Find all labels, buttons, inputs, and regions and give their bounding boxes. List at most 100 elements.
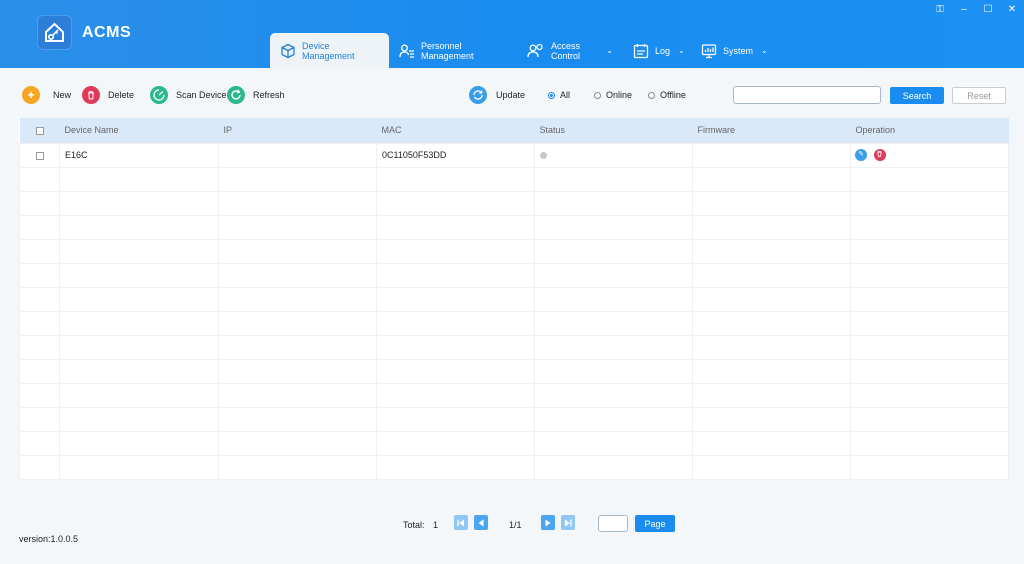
empty-cell: [59, 334, 219, 360]
empty-cell: [692, 430, 851, 456]
next-page-button[interactable]: [541, 515, 555, 530]
empty-cell: [534, 382, 693, 408]
minimize-button[interactable]: –: [952, 3, 976, 17]
empty-cell: [59, 166, 219, 192]
scan-label: Scan Device: [176, 90, 227, 100]
total-label: Total:: [403, 520, 425, 530]
last-page-icon: [565, 519, 572, 526]
tab-label: System: [723, 45, 754, 56]
total-count: 1: [433, 520, 439, 530]
lock-icon[interactable]: ⚿: [928, 3, 952, 17]
column-header[interactable]: MAC: [376, 118, 535, 143]
go-to-page-button[interactable]: Page: [635, 515, 675, 532]
trash-icon: [82, 86, 100, 104]
plus-icon: +: [22, 86, 40, 104]
refresh-button[interactable]: Refresh: [227, 86, 285, 104]
row-checkbox[interactable]: [19, 142, 60, 168]
empty-cell: [218, 358, 377, 384]
delete-button[interactable]: Delete: [82, 86, 134, 104]
empty-cell: [692, 358, 851, 384]
scan-device-button[interactable]: Scan Device: [150, 86, 227, 104]
empty-cell: [850, 190, 1009, 216]
tab-access-control[interactable]: Access Control ⌄: [517, 33, 623, 68]
empty-cell: [19, 454, 60, 480]
empty-cell: [376, 286, 535, 312]
update-button[interactable]: Update: [469, 86, 525, 104]
empty-cell: [534, 430, 693, 456]
empty-cell: [534, 310, 693, 336]
empty-cell: [19, 286, 60, 312]
empty-cell: [218, 214, 377, 240]
filter-online-label: Online: [606, 90, 633, 100]
empty-row: [19, 358, 1009, 384]
tab-label: Access Control: [551, 40, 581, 61]
empty-cell: [534, 286, 693, 312]
empty-cell: [692, 166, 851, 192]
empty-row: [19, 286, 1009, 312]
close-button[interactable]: ✕: [1000, 3, 1024, 17]
empty-cell: [692, 454, 851, 480]
chevron-down-icon: ⌄: [606, 46, 613, 55]
empty-cell: [376, 334, 535, 360]
first-page-icon: [457, 519, 464, 526]
empty-cell: [376, 166, 535, 192]
filter-all-radio[interactable]: All: [548, 90, 570, 100]
table-row[interactable]: E16C 0C11050F53DD ✎: [19, 142, 1009, 168]
empty-cell: [376, 358, 535, 384]
device-table: Device Name IP MAC Status Firmware Opera…: [19, 118, 1009, 480]
select-all-checkbox[interactable]: [19, 118, 60, 143]
app-header: ACMS ⚿ – ☐ ✕ Device Management Personnel…: [0, 0, 1024, 68]
empty-cell: [850, 454, 1009, 480]
empty-cell: [59, 190, 219, 216]
reset-button[interactable]: Reset: [952, 87, 1006, 104]
update-label: Update: [496, 90, 526, 100]
empty-cell: [850, 406, 1009, 432]
next-page-icon: [545, 519, 551, 526]
tab-device-management[interactable]: Device Management: [270, 33, 389, 68]
filter-offline-radio[interactable]: Offline: [648, 90, 686, 100]
column-header[interactable]: Status: [534, 118, 693, 143]
empty-cell: [692, 334, 851, 360]
search-input[interactable]: [733, 86, 881, 104]
empty-cell: [534, 214, 693, 240]
radio-dot: [548, 91, 555, 99]
filter-online-radio[interactable]: Online: [594, 90, 632, 100]
empty-cell: [218, 406, 377, 432]
empty-cell: [376, 430, 535, 456]
new-button[interactable]: + New: [22, 86, 71, 104]
empty-cell: [19, 430, 60, 456]
version-label: version:1.0.0.5: [19, 534, 79, 544]
empty-cell: [59, 454, 219, 480]
page-number-input[interactable]: [598, 515, 628, 532]
column-header[interactable]: Device Name: [59, 118, 219, 143]
edit-icon[interactable]: ✎: [855, 149, 867, 161]
page-info: 1/1: [509, 520, 522, 530]
first-page-button[interactable]: [454, 515, 468, 530]
empty-cell: [218, 166, 377, 192]
table-header-row: Device Name IP MAC Status Firmware Opera…: [19, 118, 1009, 143]
empty-cell: [218, 430, 377, 456]
empty-cell: [218, 310, 377, 336]
column-header[interactable]: IP: [218, 118, 377, 143]
main-nav: Device Management Personnel Management A…: [270, 33, 768, 68]
empty-cell: [692, 190, 851, 216]
tab-log[interactable]: Log ⌄: [623, 33, 691, 68]
empty-cell: [534, 238, 693, 264]
empty-cell: [376, 262, 535, 288]
empty-cell: [850, 382, 1009, 408]
search-button[interactable]: Search: [890, 87, 944, 104]
prev-page-button[interactable]: [474, 515, 488, 530]
scan-icon: [150, 86, 168, 104]
firmware-cell: [692, 142, 851, 168]
empty-cell: [534, 166, 693, 192]
last-page-button[interactable]: [561, 515, 575, 530]
tab-system[interactable]: System ⌄: [691, 33, 768, 68]
trash-icon[interactable]: [873, 149, 886, 161]
column-header[interactable]: Firmware: [692, 118, 851, 143]
maximize-button[interactable]: ☐: [976, 3, 1000, 17]
app-logo: [38, 16, 71, 49]
tab-personnel-management[interactable]: Personnel Management: [389, 33, 517, 68]
empty-row: [19, 238, 1009, 264]
empty-cell: [59, 430, 219, 456]
empty-cell: [534, 406, 693, 432]
